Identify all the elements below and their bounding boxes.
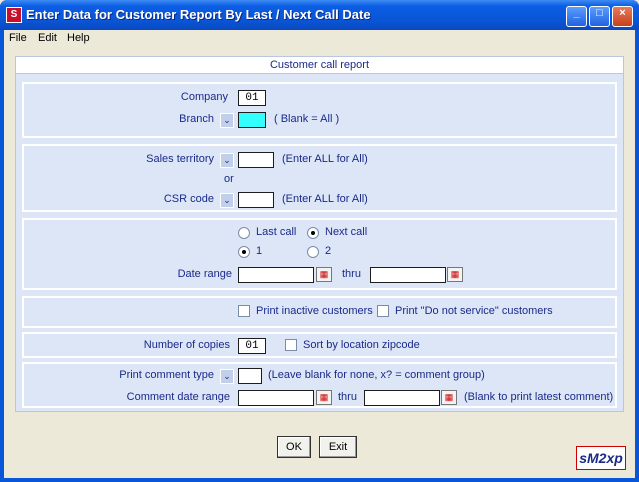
close-icon[interactable]: × xyxy=(612,6,633,27)
sales-territory-dropdown-icon[interactable]: ⌄ xyxy=(220,153,234,168)
date-range-thru-label: thru xyxy=(342,268,361,280)
copies-label: Number of copies xyxy=(143,339,230,351)
csr-code-field[interactable] xyxy=(238,192,274,208)
exit-button[interactable]: Exit xyxy=(319,436,357,458)
report-panel: Customer call report Company 01 Branch ⌄… xyxy=(15,56,624,412)
last-call-label: Last call xyxy=(256,226,297,238)
csr-code-dropdown-icon[interactable]: ⌄ xyxy=(220,193,234,208)
branch-hint: ( Blank = All ) xyxy=(274,113,340,125)
comment-date-from-field[interactable] xyxy=(238,390,314,406)
comment-date-to-field[interactable] xyxy=(364,390,440,406)
date-range-to-field[interactable] xyxy=(370,267,446,283)
comment-type-dropdown-icon[interactable]: ⌄ xyxy=(220,369,234,384)
csr-code-label: CSR code xyxy=(163,193,214,205)
company-label: Company xyxy=(180,91,228,103)
company-field[interactable]: 01 xyxy=(238,90,266,106)
copies-group: Number of copies 01 Sort by location zip… xyxy=(22,332,617,358)
smz-logo: sM2xp xyxy=(576,446,626,470)
calendar-icon[interactable]: ▦ xyxy=(447,267,463,282)
calendar-icon[interactable]: ▦ xyxy=(441,390,457,405)
sort-zip-label: Sort by location zipcode xyxy=(303,339,420,351)
company-branch-group: Company 01 Branch ⌄ ( Blank = All ) xyxy=(22,82,617,138)
or-label: or xyxy=(224,173,234,185)
window-title: Enter Data for Customer Report By Last /… xyxy=(26,7,371,22)
ok-button[interactable]: OK xyxy=(277,436,311,458)
call-date-group: Last call Next call 1 2 Date range ▦ thr… xyxy=(22,218,617,290)
maximize-icon[interactable]: □ xyxy=(589,6,610,27)
sales-territory-hint: (Enter ALL for All) xyxy=(282,153,368,165)
last-call-radio[interactable] xyxy=(238,227,250,239)
comment-group: Print comment type ⌄ (Leave blank for no… xyxy=(22,362,617,408)
date-range-label: Date range xyxy=(177,268,232,280)
print-do-not-service-label: Print "Do not service" customers xyxy=(395,305,553,317)
branch-field[interactable] xyxy=(238,112,266,128)
sort-zip-checkbox[interactable] xyxy=(285,339,297,351)
calendar-icon[interactable]: ▦ xyxy=(316,267,332,282)
comment-date-thru-label: thru xyxy=(338,391,357,403)
menu-help[interactable]: Help xyxy=(67,32,90,44)
print-options-group: Print inactive customers Print "Do not s… xyxy=(22,296,617,328)
comment-type-label: Print comment type xyxy=(119,369,214,381)
copies-field[interactable]: 01 xyxy=(238,338,266,354)
range-2-label: 2 xyxy=(325,245,332,257)
comment-type-field[interactable] xyxy=(238,368,262,384)
calendar-icon[interactable]: ▦ xyxy=(316,390,332,405)
comment-date-hint: (Blank to print latest comment) xyxy=(464,391,614,403)
csr-code-hint: (Enter ALL for All) xyxy=(282,193,368,205)
menu-edit[interactable]: Edit xyxy=(38,32,57,44)
range-1-label: 1 xyxy=(256,245,263,257)
menu-bar: File Edit Help xyxy=(4,30,635,48)
sales-territory-field[interactable] xyxy=(238,152,274,168)
next-call-label: Next call xyxy=(325,226,368,238)
range-1-radio[interactable] xyxy=(238,246,250,258)
menu-file[interactable]: File xyxy=(9,32,27,44)
sales-territory-label: Sales territory xyxy=(146,153,214,165)
comment-type-hint: (Leave blank for none, x? = comment grou… xyxy=(268,369,485,381)
title-bar[interactable]: S Enter Data for Customer Report By Last… xyxy=(0,0,639,30)
print-do-not-service-checkbox[interactable] xyxy=(377,305,389,317)
comment-date-range-label: Comment date range xyxy=(126,391,230,403)
panel-header: Customer call report xyxy=(16,57,623,74)
range-2-radio[interactable] xyxy=(307,246,319,258)
app-icon[interactable]: S xyxy=(6,7,22,23)
application-window: S Enter Data for Customer Report By Last… xyxy=(0,0,639,482)
branch-label: Branch xyxy=(179,113,214,125)
date-range-from-field[interactable] xyxy=(238,267,314,283)
window-client-area: File Edit Help Customer call report Comp… xyxy=(4,30,635,478)
print-inactive-label: Print inactive customers xyxy=(256,305,373,317)
territory-csr-group: Sales territory ⌄ (Enter ALL for All) or… xyxy=(22,144,617,212)
minimize-icon[interactable]: _ xyxy=(566,6,587,27)
next-call-radio[interactable] xyxy=(307,227,319,239)
branch-dropdown-icon[interactable]: ⌄ xyxy=(220,113,234,128)
print-inactive-checkbox[interactable] xyxy=(238,305,250,317)
